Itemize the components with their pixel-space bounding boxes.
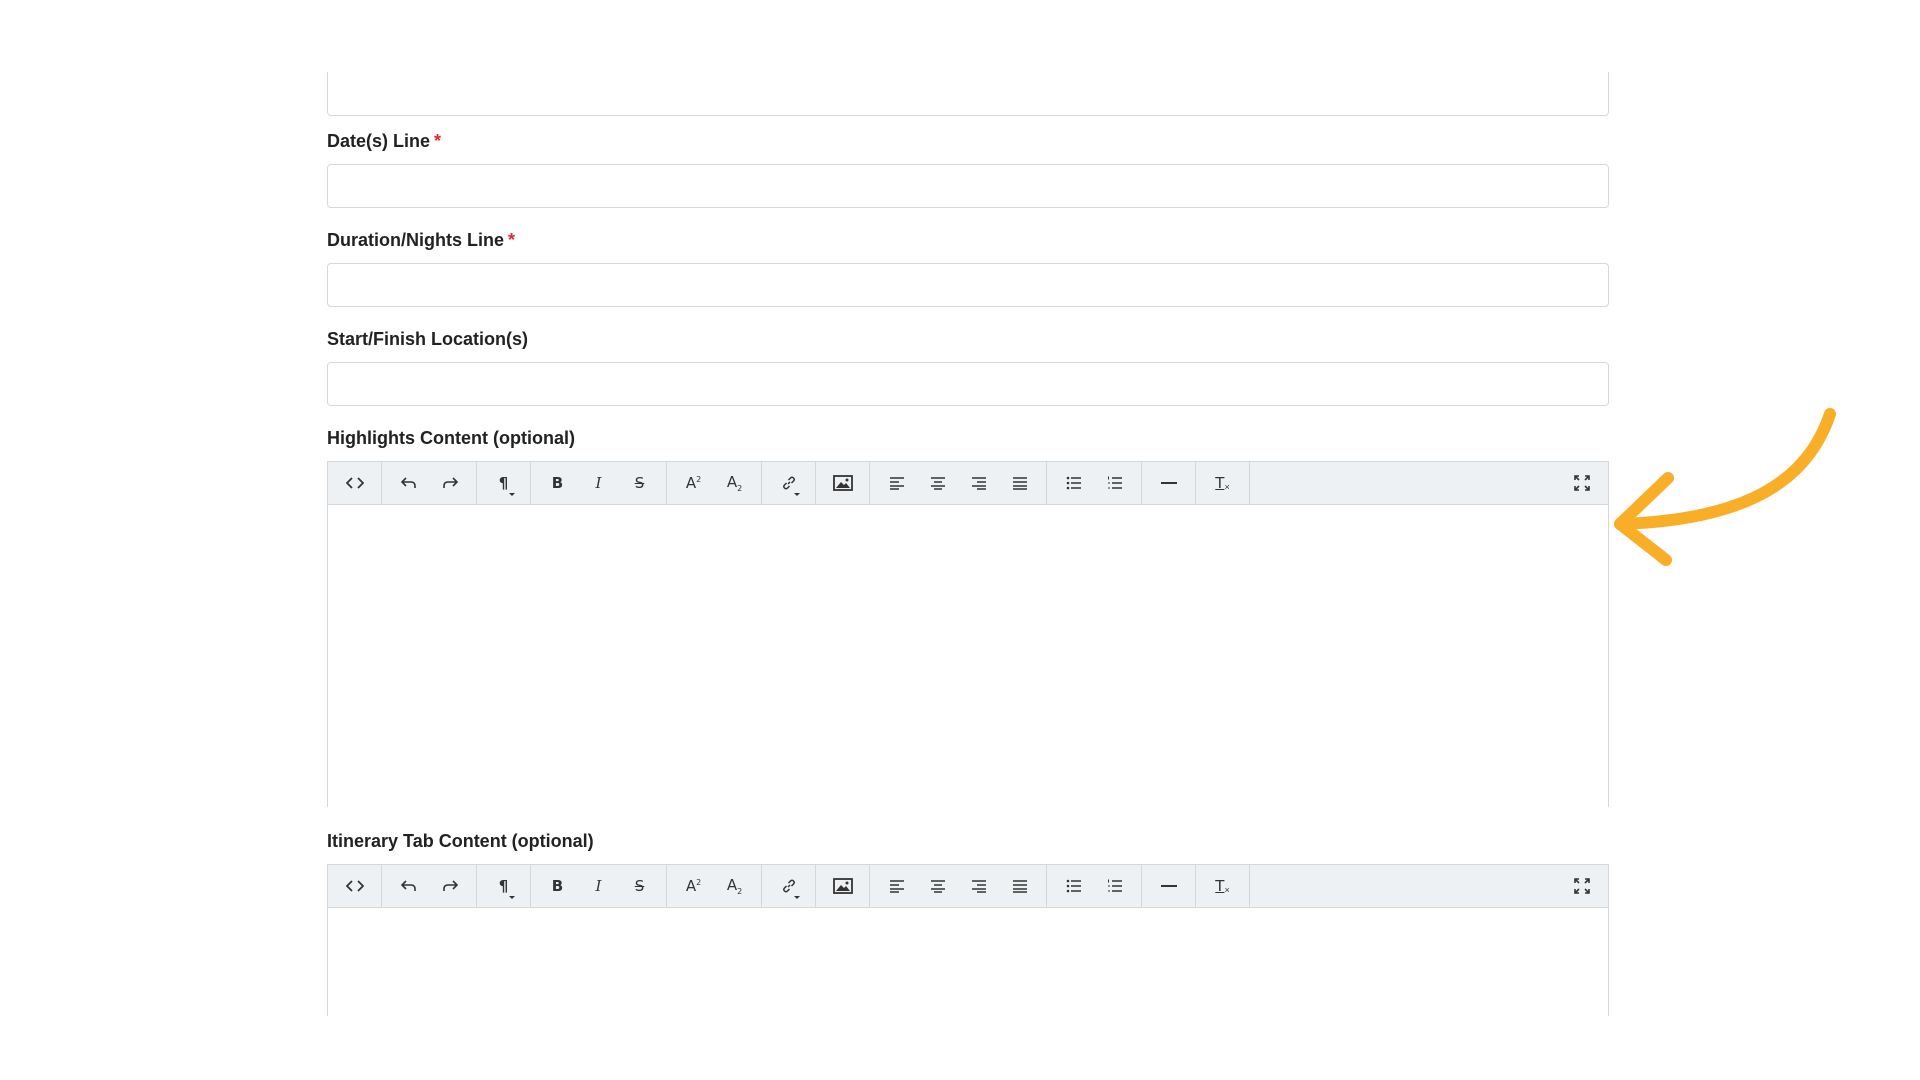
redo-icon[interactable] [429, 462, 470, 504]
link-icon[interactable] [768, 462, 809, 504]
strikethrough-icon[interactable]: S [619, 462, 660, 504]
paragraph-icon[interactable]: ¶ [483, 462, 524, 504]
align-justify-icon[interactable] [999, 462, 1040, 504]
itinerary-label: Itinerary Tab Content (optional) [327, 831, 594, 852]
start-finish-label: Start/Finish Location(s) [327, 329, 528, 350]
align-justify-icon[interactable] [999, 865, 1040, 907]
subscript-icon[interactable]: A2 [714, 462, 755, 504]
paragraph-icon[interactable]: ¶ [483, 865, 524, 907]
align-left-icon[interactable] [876, 462, 917, 504]
align-right-icon[interactable] [958, 865, 999, 907]
horizontal-rule-icon[interactable] [1148, 865, 1189, 907]
editor-toolbar: ¶ B I S A2 A2 T × [328, 865, 1608, 908]
bulleted-list-icon[interactable] [1053, 462, 1094, 504]
required-mark: * [434, 131, 442, 151]
clear-formatting-icon[interactable]: T × [1202, 462, 1243, 504]
previous-field-input[interactable] [327, 72, 1609, 116]
superscript-icon[interactable]: A2 [673, 462, 714, 504]
duration-nights-label-text: Duration/Nights Line [327, 230, 504, 250]
align-center-icon[interactable] [917, 462, 958, 504]
italic-icon[interactable]: I [578, 462, 619, 504]
bulleted-list-icon[interactable] [1053, 865, 1094, 907]
highlights-label-text: Highlights Content (optional) [327, 428, 575, 448]
start-finish-input[interactable] [327, 362, 1609, 406]
numbered-list-icon[interactable] [1094, 865, 1135, 907]
annotation-arrow-icon [1614, 408, 1836, 566]
numbered-list-icon[interactable] [1094, 462, 1135, 504]
itinerary-editor: ¶ B I S A2 A2 T × [327, 864, 1609, 1016]
highlights-label: Highlights Content (optional) [327, 428, 575, 449]
image-icon[interactable] [822, 462, 863, 504]
link-icon[interactable] [768, 865, 809, 907]
itinerary-editor-body[interactable] [328, 908, 1608, 1016]
subscript-icon[interactable]: A2 [714, 865, 755, 907]
bold-icon[interactable]: B [537, 462, 578, 504]
code-view-icon[interactable] [334, 462, 375, 504]
editor-toolbar: ¶ B I S A2 A2 T × [328, 462, 1608, 505]
dates-line-label: Date(s) Line * [327, 131, 441, 152]
required-mark: * [508, 230, 516, 250]
align-right-icon[interactable] [958, 462, 999, 504]
dates-line-input[interactable] [327, 164, 1609, 208]
highlights-editor: ¶ B I S A2 A2 T × [327, 461, 1609, 807]
redo-icon[interactable] [429, 865, 470, 907]
dates-line-label-text: Date(s) Line [327, 131, 431, 151]
code-view-icon[interactable] [334, 865, 375, 907]
start-finish-label-text: Start/Finish Location(s) [327, 329, 529, 349]
bold-icon[interactable]: B [537, 865, 578, 907]
itinerary-label-text: Itinerary Tab Content (optional) [327, 831, 594, 851]
fullscreen-icon[interactable] [1561, 865, 1602, 907]
undo-icon[interactable] [388, 865, 429, 907]
align-left-icon[interactable] [876, 865, 917, 907]
clear-formatting-icon[interactable]: T × [1202, 865, 1243, 907]
duration-nights-label: Duration/Nights Line * [327, 230, 515, 251]
highlights-editor-body[interactable] [328, 505, 1608, 807]
superscript-icon[interactable]: A2 [673, 865, 714, 907]
duration-nights-input[interactable] [327, 263, 1609, 307]
undo-icon[interactable] [388, 462, 429, 504]
fullscreen-icon[interactable] [1561, 462, 1602, 504]
align-center-icon[interactable] [917, 865, 958, 907]
horizontal-rule-icon[interactable] [1148, 462, 1189, 504]
italic-icon[interactable]: I [578, 865, 619, 907]
strikethrough-icon[interactable]: S [619, 865, 660, 907]
image-icon[interactable] [822, 865, 863, 907]
